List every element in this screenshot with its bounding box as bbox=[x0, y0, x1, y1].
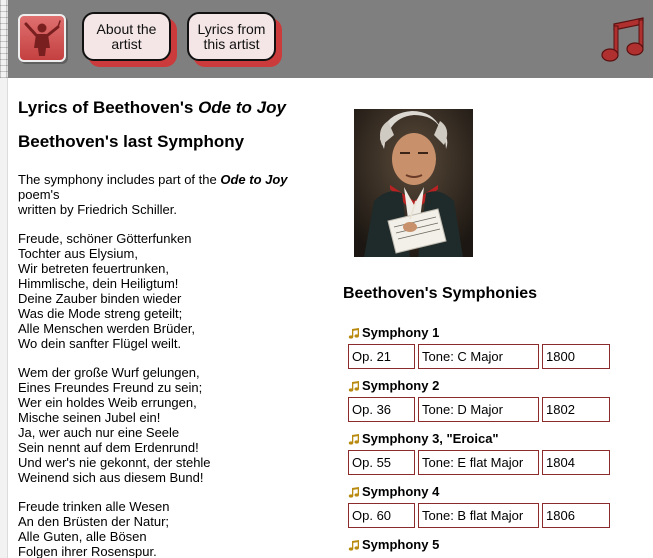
page-title-prefix: Lyrics of Beethoven's bbox=[18, 98, 199, 117]
lyric-line: Wem der große Wurf gelungen, bbox=[18, 365, 200, 380]
year-cell: 1804 bbox=[542, 450, 610, 475]
lyric-line: Tochter aus Elysium, bbox=[18, 246, 138, 261]
stanza-2: Wem der große Wurf gelungen, Eines Freun… bbox=[18, 365, 318, 485]
page-title: Lyrics of Beethoven's Ode to Joy bbox=[18, 96, 318, 120]
intro-part1: The symphony includes part of the bbox=[18, 172, 221, 187]
conductor-icon bbox=[24, 20, 61, 56]
lyric-line: Wo dein sanfter Flügel weilt. bbox=[18, 336, 182, 351]
year-cell: 1806 bbox=[542, 503, 610, 528]
lyric-line: Deine Zauber binden wieder bbox=[18, 291, 182, 306]
symphony-title[interactable]: Symphony 3, "Eroica" bbox=[348, 428, 618, 450]
lyric-line: Ja, wer auch nur eine Seele bbox=[18, 425, 180, 440]
symphony-row: Op. 55 Tone: E flat Major 1804 bbox=[348, 450, 618, 475]
year-cell: 1800 bbox=[542, 344, 610, 369]
symphony-title-label: Symphony 2 bbox=[362, 378, 440, 393]
lyric-line: An den Brüsten der Natur; bbox=[18, 514, 170, 529]
lyric-line: Wer ein holdes Weib errungen, bbox=[18, 395, 197, 410]
symphony-row: Op. 60 Tone: B flat Major 1806 bbox=[348, 503, 618, 528]
section-subtitle: Beethoven's last Symphony bbox=[18, 132, 245, 151]
symphony-title[interactable]: Symphony 4 bbox=[348, 481, 618, 503]
about-artist-button[interactable]: About the artist bbox=[82, 12, 171, 61]
symphony-title-label: Symphony 1 bbox=[362, 325, 440, 340]
page-title-song: Ode to Joy bbox=[198, 98, 286, 117]
symphonies-list: Symphony 1 Op. 21 Tone: C Major 1800 Sym… bbox=[348, 322, 618, 556]
beethoven-portrait bbox=[354, 109, 473, 257]
stanza-1: Freude, schöner Götterfunken Tochter aus… bbox=[18, 231, 318, 351]
symphony-row: Op. 36 Tone: D Major 1802 bbox=[348, 397, 618, 422]
symphony-title[interactable]: Symphony 1 bbox=[348, 322, 618, 344]
opus-cell: Op. 36 bbox=[348, 397, 415, 422]
intro-part2: poem's bbox=[18, 187, 60, 202]
symphony-title[interactable]: Symphony 5 bbox=[348, 534, 618, 556]
tone-cell: Tone: C Major bbox=[418, 344, 539, 369]
year-cell: 1802 bbox=[542, 397, 610, 422]
opus-cell: Op. 21 bbox=[348, 344, 415, 369]
music-note-bullet-icon bbox=[348, 380, 359, 392]
lyric-line: Sein nennt auf dem Erdenrund! bbox=[18, 440, 199, 455]
symphony-title-label: Symphony 3, "Eroica" bbox=[362, 431, 499, 446]
lyrics-column: Lyrics of Beethoven's Ode to Joy Beethov… bbox=[18, 96, 318, 558]
intro-song: Ode to Joy bbox=[220, 172, 288, 187]
lyric-line: Freude, schöner Götterfunken bbox=[18, 231, 192, 246]
tone-cell: Tone: B flat Major bbox=[418, 503, 539, 528]
lyric-line: Folgen ihrer Rosenspur. bbox=[18, 544, 157, 558]
symphony-title-label: Symphony 4 bbox=[362, 484, 440, 499]
intro-line2: written by Friedrich Schiller. bbox=[18, 202, 177, 217]
symphony-title-label: Symphony 5 bbox=[362, 537, 440, 552]
conductor-logo-button[interactable] bbox=[18, 14, 66, 62]
tone-cell: Tone: E flat Major bbox=[418, 450, 539, 475]
opus-cell: Op. 55 bbox=[348, 450, 415, 475]
tone-cell: Tone: D Major bbox=[418, 397, 539, 422]
lyric-line: Mische seinen Jubel ein! bbox=[18, 410, 161, 425]
lyric-line: Alle Guten, alle Bösen bbox=[18, 529, 147, 544]
symphonies-heading: Beethoven's Symphonies bbox=[343, 285, 538, 302]
music-note-bullet-icon bbox=[348, 433, 359, 445]
lyrics-artist-label: Lyrics from this artist bbox=[197, 20, 266, 52]
music-note-icon[interactable] bbox=[599, 14, 651, 66]
portrait-image bbox=[354, 109, 473, 257]
lyrics-artist-button[interactable]: Lyrics from this artist bbox=[187, 12, 276, 61]
music-note-bullet-icon bbox=[348, 327, 359, 339]
lyric-line: Wir betreten feuertrunken, bbox=[18, 261, 170, 276]
stanza-3: Freude trinken alle Wesen An den Brüsten… bbox=[18, 499, 318, 558]
lyric-line: Und wer's nie gekonnt, der stehle bbox=[18, 455, 211, 470]
edge-grid bbox=[0, 0, 8, 78]
lyric-line: Was die Mode streng geteilt; bbox=[18, 306, 183, 321]
lyric-line: Weinend sich aus diesem Bund! bbox=[18, 470, 204, 485]
opus-cell: Op. 60 bbox=[348, 503, 415, 528]
intro-text: The symphony includes part of the Ode to… bbox=[18, 172, 318, 217]
lyric-line: Alle Menschen werden Brüder, bbox=[18, 321, 196, 336]
symphony-row: Op. 21 Tone: C Major 1800 bbox=[348, 344, 618, 369]
symphony-title[interactable]: Symphony 2 bbox=[348, 375, 618, 397]
lyric-line: Freude trinken alle Wesen bbox=[18, 499, 170, 514]
lyric-line: Himmlische, dein Heiligtum! bbox=[18, 276, 179, 291]
music-note-bullet-icon bbox=[348, 539, 359, 551]
music-note-bullet-icon bbox=[348, 486, 359, 498]
window-edge bbox=[0, 0, 8, 558]
lyric-line: Eines Freundes Freund zu sein; bbox=[18, 380, 203, 395]
about-artist-label: About the artist bbox=[96, 20, 157, 52]
